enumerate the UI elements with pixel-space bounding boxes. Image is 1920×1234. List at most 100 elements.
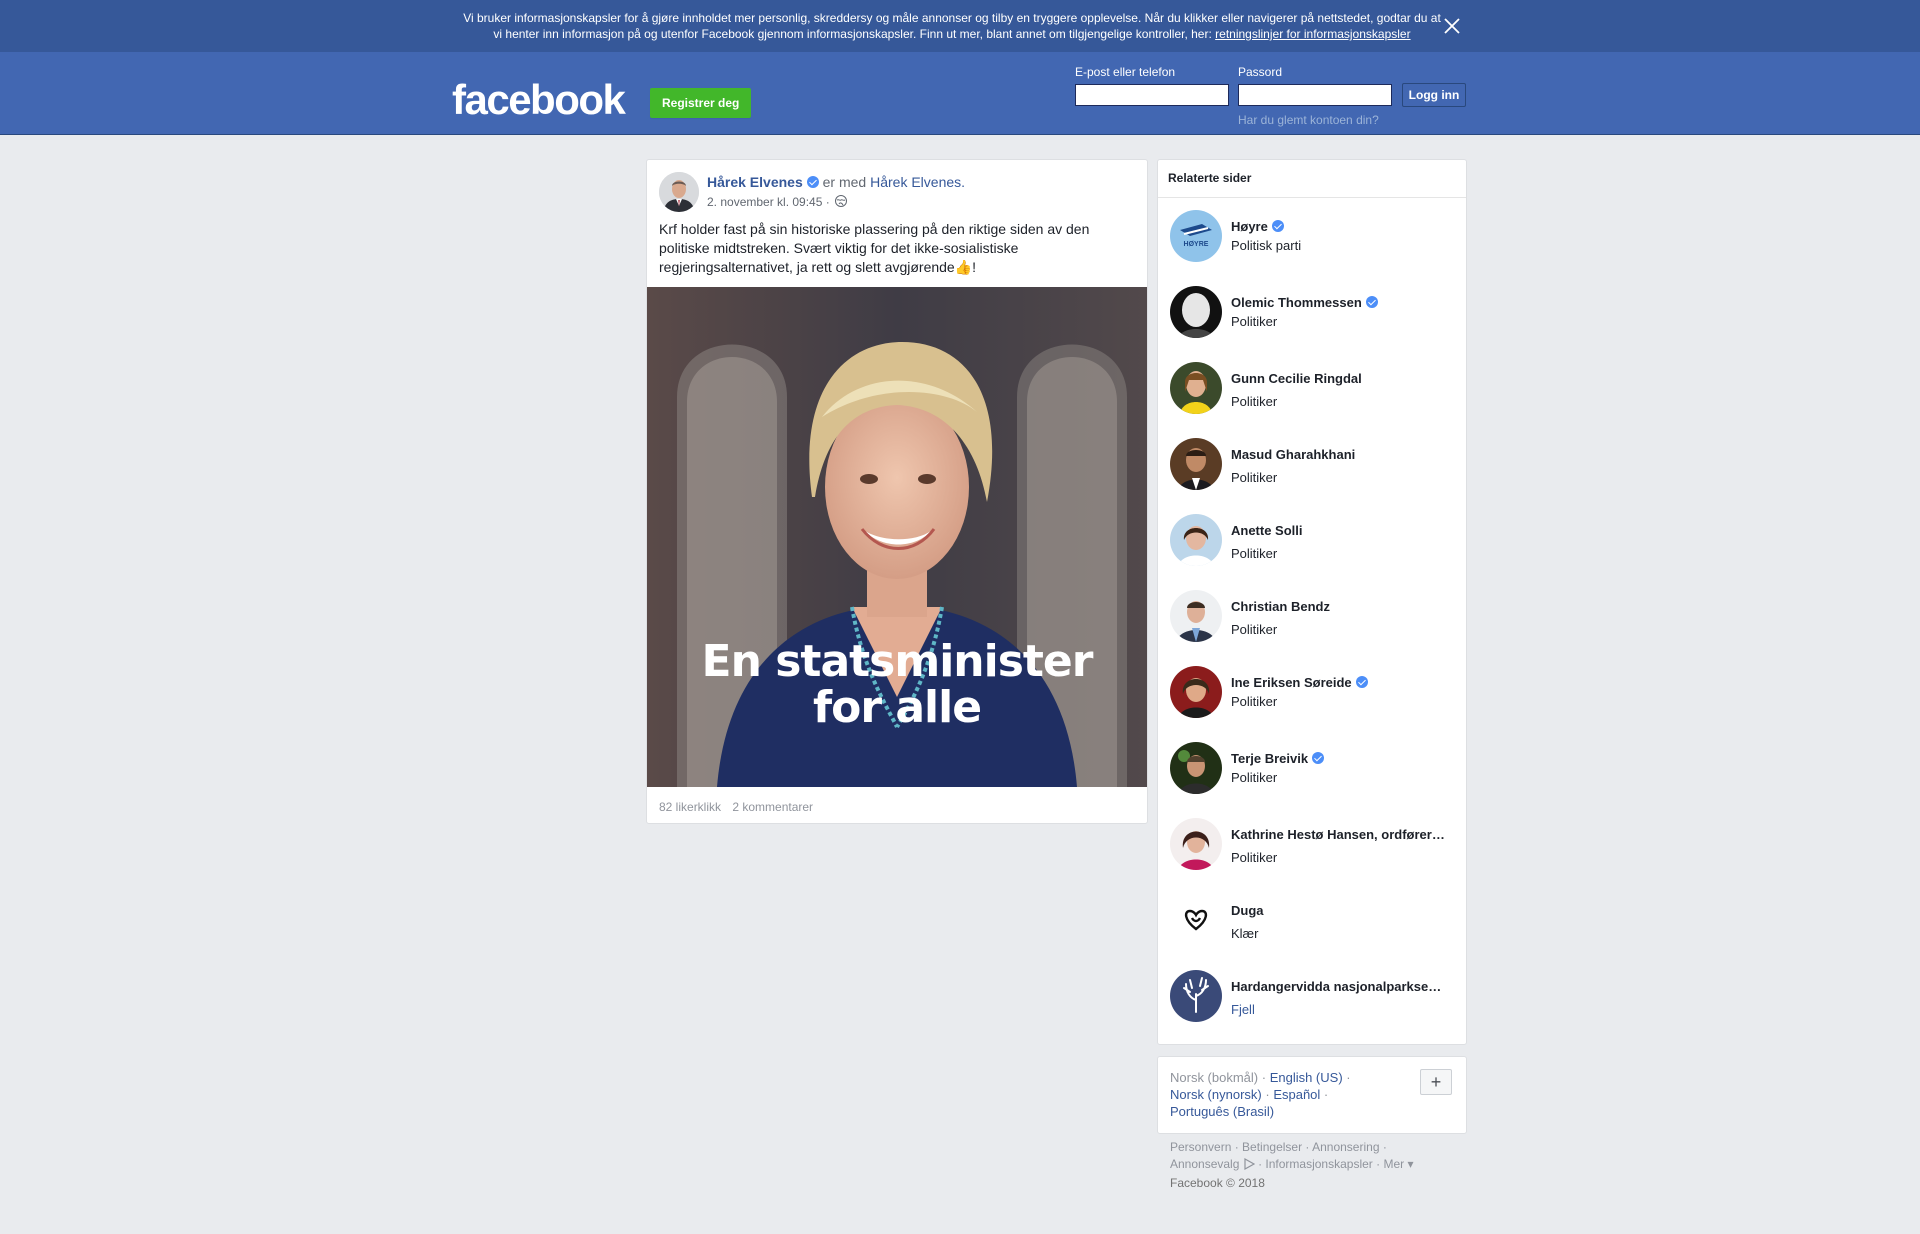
related-page-name: Christian Bendz	[1231, 599, 1330, 614]
verified-badge-icon	[1355, 676, 1368, 688]
hoyre-logo-text: HØYRE	[1184, 241, 1209, 248]
related-page-name: Olemic Thommessen	[1231, 295, 1453, 310]
avatar	[1170, 818, 1222, 870]
related-page-item[interactable]: Gunn Cecilie Ringdal Politiker	[1170, 362, 1460, 418]
post-tagged-link[interactable]: Hårek Elvenes.	[870, 174, 965, 190]
related-page-item[interactable]: Terje Breivik Politiker	[1170, 742, 1460, 798]
related-pages-panel: Relaterte sider HØYRE Høyre Politisk par…	[1157, 159, 1467, 1045]
related-page-item[interactable]: Olemic Thommessen Politiker	[1170, 286, 1460, 342]
avatar	[1170, 438, 1222, 490]
footer-link[interactable]: Personvern	[1170, 1140, 1231, 1154]
avatar	[1170, 742, 1222, 794]
related-page-category: Politiker	[1231, 470, 1278, 485]
facebook-logo[interactable]: facebook	[452, 76, 626, 124]
related-page-category: Politisk parti	[1231, 238, 1302, 253]
related-page-item[interactable]: Masud Gharahkhani Politiker	[1170, 438, 1460, 494]
language-option[interactable]: Português (Brasil)	[1170, 1104, 1274, 1119]
forgot-account-link[interactable]: Har du glemt kontoen din?	[1238, 113, 1379, 127]
email-field[interactable]	[1075, 84, 1229, 106]
caption-line-2: for alle	[812, 682, 982, 733]
post-header: Hårek Elvenes er med Hårek Elvenes.	[707, 174, 965, 190]
ad-choices-icon	[1243, 1157, 1255, 1175]
cookie-text-line1: Vi bruker informasjonskapsler for å gjør…	[463, 11, 1441, 25]
related-page-item[interactable]: HØYRE Høyre Politisk parti	[1170, 210, 1460, 266]
post-card: Hårek Elvenes er med Hårek Elvenes. 2. n…	[646, 159, 1148, 824]
password-field[interactable]	[1238, 84, 1392, 106]
post-author-link[interactable]: Hårek Elvenes	[707, 174, 803, 190]
avatar	[1170, 666, 1222, 718]
language-option[interactable]: English (US)	[1270, 1070, 1343, 1085]
verified-badge-icon	[806, 176, 819, 188]
footer-link[interactable]: Informasjonskapsler	[1265, 1157, 1372, 1171]
language-current: Norsk (bokmål)	[1170, 1070, 1259, 1085]
email-label: E-post eller telefon	[1075, 65, 1176, 79]
related-page-category: Politiker	[1231, 770, 1278, 785]
avatar	[1170, 514, 1222, 566]
footer-link-more[interactable]: Mer	[1383, 1157, 1404, 1171]
related-page-category: Politiker	[1231, 622, 1278, 637]
language-selector: Norsk (bokmål) · English (US) · Norsk (n…	[1157, 1056, 1467, 1134]
avatar	[1170, 590, 1222, 642]
language-list: Norsk (bokmål) · English (US) · Norsk (n…	[1170, 1070, 1351, 1119]
cookie-policy-link[interactable]: retningslinjer for informasjonskapsler	[1215, 27, 1410, 41]
footer-link[interactable]: Betingelser	[1242, 1140, 1302, 1154]
likes-count[interactable]: 82 likerklikk	[659, 800, 721, 814]
post-timestamp: 2. november kl. 09:45 ·	[707, 195, 848, 209]
verified-badge-icon	[1365, 296, 1378, 308]
related-page-category: Klær	[1231, 926, 1259, 941]
comments-count[interactable]: 2 kommentarer	[732, 800, 813, 814]
related-pages-title: Relaterte sider	[1158, 160, 1466, 198]
cookie-text-line2: vi henter inn informasjon på og utenfor …	[493, 27, 1212, 41]
dropdown-icon: ▾	[1404, 1157, 1414, 1171]
related-page-item[interactable]: Duga Klær	[1170, 894, 1460, 950]
related-page-name: Anette Solli	[1231, 523, 1303, 538]
post-photo-caption: En statsminister for alle	[647, 639, 1147, 731]
related-page-item[interactable]: Kathrine Hestø Hansen, ordfører… Politik…	[1170, 818, 1460, 874]
register-button[interactable]: Registrer deg	[650, 88, 752, 118]
language-option[interactable]: Español	[1273, 1087, 1320, 1102]
hoyre-logo-avatar: HØYRE	[1170, 210, 1222, 262]
add-language-button[interactable]: +	[1420, 1069, 1452, 1095]
post-photo[interactable]: En statsminister for alle	[647, 287, 1147, 787]
cookie-banner-text: Vi bruker informasjonskapsler for å gjør…	[452, 10, 1452, 42]
related-page-name: Ine Eriksen Søreide	[1231, 675, 1453, 690]
related-page-name: Hardangervidda nasjonalparkse…	[1231, 979, 1442, 994]
avatar	[1170, 286, 1222, 338]
antler-logo-avatar	[1170, 970, 1222, 1022]
related-page-category: Politiker	[1231, 394, 1278, 409]
language-option[interactable]: Norsk (nynorsk)	[1170, 1087, 1262, 1102]
login-button[interactable]: Logg inn	[1402, 83, 1466, 107]
top-header: facebook Registrer deg E-post eller tele…	[0, 52, 1920, 135]
related-page-item[interactable]: Christian Bendz Politiker	[1170, 590, 1460, 646]
verified-badge-icon	[1312, 752, 1325, 764]
avatar	[1170, 362, 1222, 414]
related-page-item[interactable]: Ine Eriksen Søreide Politiker	[1170, 666, 1460, 722]
cookie-banner: Vi bruker informasjonskapsler for å gjør…	[0, 0, 1920, 53]
post-time-link[interactable]: 2. november kl. 09:45 ·	[707, 195, 830, 209]
related-page-category: Politiker	[1231, 314, 1278, 329]
related-page-name: Duga	[1231, 903, 1264, 918]
related-page-name: Høyre	[1231, 219, 1453, 234]
post-text: Krf holder fast på sin historiske plasse…	[659, 221, 1090, 275]
related-page-category: Politiker	[1231, 850, 1278, 865]
footer-link[interactable]: Annonsevalg	[1170, 1157, 1239, 1171]
related-page-category-link[interactable]: Fjell	[1231, 1002, 1255, 1017]
duga-logo-avatar	[1170, 894, 1222, 946]
related-page-category: Politiker	[1231, 546, 1278, 561]
close-icon[interactable]	[1440, 14, 1464, 38]
post-with-text: er med	[822, 174, 867, 190]
avatar[interactable]	[659, 172, 699, 212]
related-page-category: Politiker	[1231, 694, 1278, 709]
related-page-item[interactable]: Hardangervidda nasjonalparkse… Fjell	[1170, 970, 1460, 1026]
related-page-item[interactable]: Anette Solli Politiker	[1170, 514, 1460, 570]
verified-badge-icon	[1271, 220, 1284, 232]
footer-link[interactable]: Annonsering	[1312, 1140, 1379, 1154]
password-label: Passord	[1238, 65, 1283, 79]
related-page-name: Kathrine Hestø Hansen, ordfører…	[1231, 827, 1445, 842]
caption-line-1: En statsminister	[701, 636, 1094, 687]
related-page-name: Terje Breivik	[1231, 751, 1453, 766]
copyright: Facebook © 2018	[1170, 1176, 1265, 1190]
globe-icon	[835, 195, 848, 207]
post-stats: 82 likerklikk 2 kommentarer	[659, 800, 821, 814]
related-page-name: Masud Gharahkhani	[1231, 447, 1356, 462]
